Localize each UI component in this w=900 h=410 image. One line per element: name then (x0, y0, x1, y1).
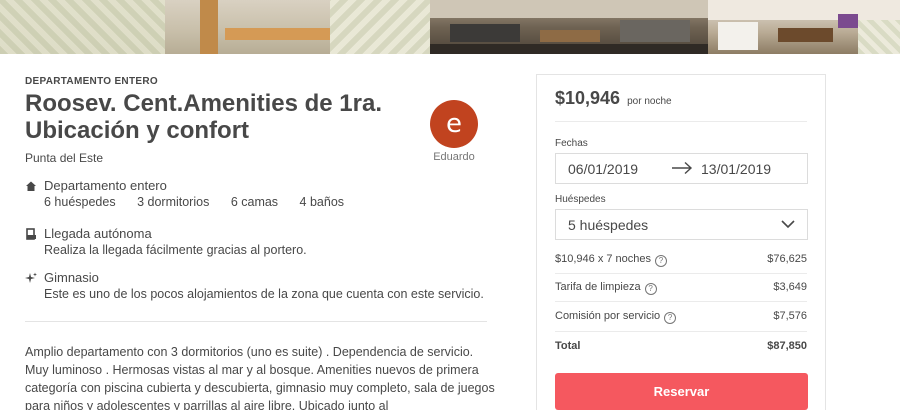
help-icon[interactable]: ? (644, 283, 657, 295)
card-divider (555, 273, 807, 274)
listing-description: Amplio departamento con 3 dormitorios (u… (25, 345, 495, 410)
total-value: $87,850 (767, 340, 807, 352)
checkin-date[interactable]: 06/01/2019 (568, 161, 638, 177)
feature-heading: Gimnasio (44, 270, 99, 285)
key-icon (26, 228, 36, 240)
date-range-picker[interactable]: 06/01/2019 13/01/2019 (555, 153, 808, 184)
checkout-date[interactable]: 13/01/2019 (701, 161, 771, 177)
dates-label: Fechas (555, 138, 588, 149)
total-label: Total (555, 340, 581, 352)
feature-specs: 6 huéspedes 3 dormitorios 6 camas 4 baño… (44, 195, 495, 209)
nightly-price: $10,946 por noche (555, 88, 672, 109)
card-divider (555, 121, 807, 122)
feature-entire-apartment: Departamento entero 6 huéspedes 3 dormit… (25, 178, 495, 209)
avatar[interactable]: e (430, 100, 478, 148)
spec-bedrooms: 3 dormitorios (137, 195, 210, 209)
guests-label: Huéspedes (555, 194, 606, 205)
guests-value: 5 huéspedes (568, 217, 649, 233)
listing-photo-dining[interactable] (708, 0, 900, 54)
listing-photo-living-room[interactable] (0, 0, 430, 54)
photo-gallery[interactable] (0, 0, 900, 54)
line-value: $3,649 (773, 281, 807, 293)
line-label: Tarifa de limpieza (555, 281, 641, 293)
feature-self-checkin: Llegada autónoma Realiza la llegada fáci… (25, 226, 495, 257)
listing-city[interactable]: Punta del Este (25, 151, 103, 165)
reserve-button[interactable]: Reservar (555, 373, 808, 410)
line-label: Comisión por servicio (555, 310, 661, 322)
sparkle-icon (25, 272, 37, 283)
listing-title: Roosev. Cent.Amenities de 1ra. Ubicación… (25, 90, 382, 144)
line-value: $7,576 (773, 310, 807, 322)
home-icon (26, 181, 36, 191)
listing-type-label: DEPARTAMENTO ENTERO (25, 76, 158, 87)
card-divider (555, 331, 807, 332)
help-icon[interactable]: ? (655, 255, 668, 267)
help-icon[interactable]: ? (664, 312, 677, 324)
arrow-right-icon (672, 161, 693, 175)
spec-guests: 6 huéspedes (44, 195, 116, 209)
price-unit: por noche (627, 96, 672, 107)
booking-card: $10,946 por noche Fechas 06/01/2019 13/0… (536, 74, 826, 410)
feature-detail: Realiza la llegada fácilmente gracias al… (44, 243, 307, 257)
price-amount: $10,946 (555, 88, 621, 108)
guests-select[interactable]: 5 huéspedes (555, 209, 808, 240)
line-value: $76,625 (767, 253, 807, 265)
line-label: $10,946 x 7 noches (555, 253, 652, 265)
spec-baths: 4 baños (299, 195, 345, 209)
section-divider (25, 321, 487, 322)
host-name[interactable]: Eduardo (428, 151, 480, 163)
feature-detail: Este es uno de los pocos alojamientos de… (44, 287, 484, 301)
chevron-down-icon (781, 220, 795, 229)
card-divider (555, 301, 807, 302)
spec-beds: 6 camas (230, 195, 279, 209)
feature-heading: Departamento entero (44, 178, 167, 193)
listing-photo-lounge[interactable] (430, 0, 708, 54)
feature-heading: Llegada autónoma (44, 226, 152, 241)
avatar-initial: e (446, 109, 462, 139)
host-profile[interactable]: e Eduardo (428, 100, 480, 163)
feature-gym: Gimnasio Este es uno de los pocos alojam… (25, 270, 495, 301)
